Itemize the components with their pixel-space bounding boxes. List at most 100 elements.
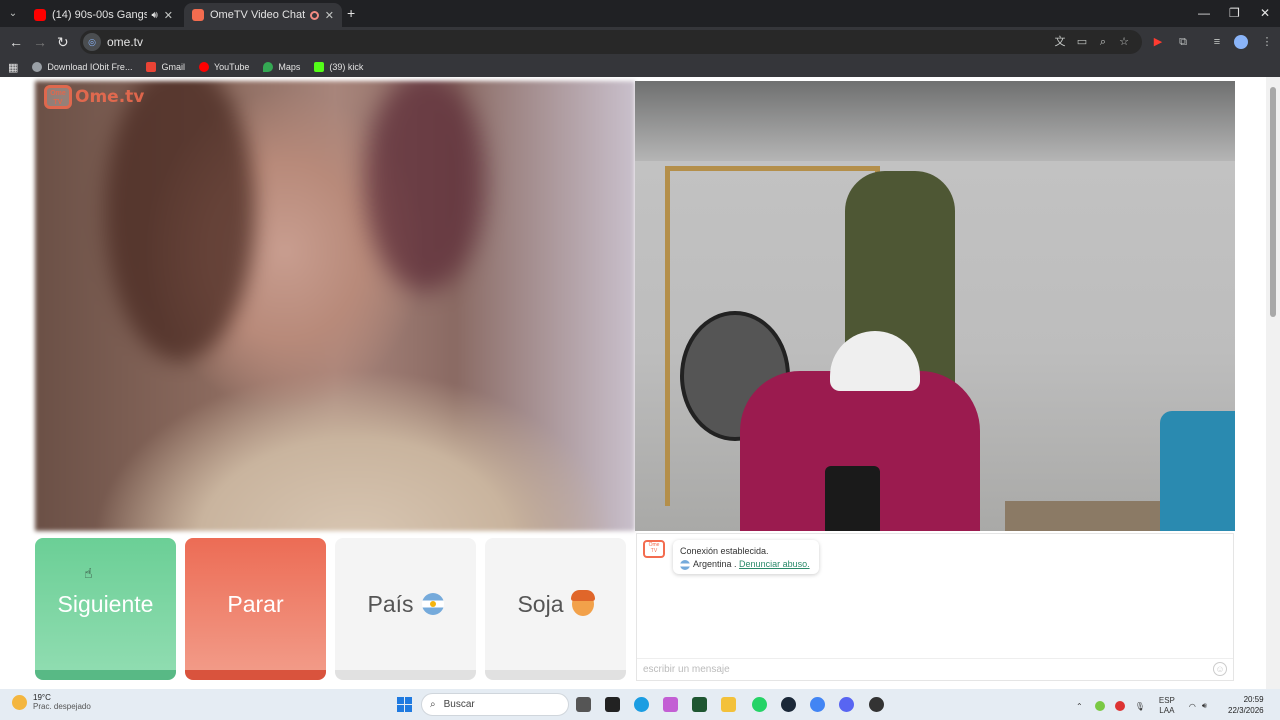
- self-video: [635, 81, 1235, 531]
- back-button[interactable]: ←: [9, 34, 23, 50]
- country-name: Argentina .: [693, 559, 737, 569]
- ometv-logo[interactable]: Ome TV Ome.tv: [44, 85, 144, 109]
- stop-button[interactable]: Parar: [185, 538, 326, 680]
- bookmark-label: Download IObit Fre...: [47, 62, 133, 72]
- kick-icon: [314, 62, 325, 72]
- restore-button[interactable]: ❐: [1229, 6, 1240, 20]
- clock[interactable]: 20:59 22/3/2026: [1228, 694, 1264, 716]
- emoji-icon[interactable]: ☺: [1213, 662, 1227, 676]
- microphone-icon[interactable]: 🎙︎: [1135, 702, 1145, 711]
- video-shape: [105, 81, 255, 361]
- taskbar-search[interactable]: ⌕ Buscar: [421, 693, 569, 716]
- site-info-icon[interactable]: ◎: [83, 33, 101, 51]
- discord-icon[interactable]: [839, 697, 854, 712]
- boy-icon: [570, 590, 595, 616]
- message-input[interactable]: escribir un mensaje: [637, 658, 1233, 680]
- lang-top: ESP: [1158, 696, 1175, 705]
- forward-button[interactable]: →: [33, 34, 47, 50]
- chat-panel: Ome TV Conexión establecida. Argentina .…: [636, 533, 1234, 681]
- logo-wordmark: Ome.tv: [75, 87, 145, 107]
- start-button[interactable]: [397, 697, 412, 712]
- file-explorer-icon[interactable]: [721, 697, 736, 712]
- toolbar: ← → ↻ ◎ ome.tv 文 ▭ ⌕ ☆ ▶ ⧉ ≡ ⋮: [0, 27, 1280, 57]
- avatar[interactable]: [1234, 35, 1248, 49]
- volume-icon[interactable]: 🔊︎: [1202, 701, 1207, 711]
- minimize-button[interactable]: —: [1198, 6, 1210, 20]
- tab-ometv[interactable]: OmeTV Video Chat — Altern ✕: [184, 3, 342, 27]
- argentina-flag-icon: [421, 593, 444, 615]
- tray-app-icon[interactable]: [1094, 701, 1105, 711]
- bookmark-label: Maps: [278, 62, 301, 72]
- tab-title: (14) 90s-00s Gangsta Rap |: [52, 9, 148, 21]
- bookmark-kick[interactable]: (39) kick: [314, 62, 363, 72]
- gender-button[interactable]: Soja: [485, 538, 626, 680]
- search-icon: ⌕: [430, 699, 436, 710]
- bookmark-gmail[interactable]: Gmail: [146, 62, 185, 72]
- ometv-icon: [192, 9, 204, 21]
- bookmark-youtube[interactable]: YouTube: [198, 62, 249, 72]
- task-view-icon[interactable]: [576, 697, 591, 712]
- youtube-icon: [34, 9, 46, 21]
- globe-icon: [32, 62, 43, 72]
- apps-grid-icon[interactable]: ▦: [8, 61, 18, 74]
- steam-icon[interactable]: [781, 697, 796, 712]
- country-line: Argentina . Denunciar abuso.: [680, 558, 812, 571]
- tab-youtube[interactable]: (14) 90s-00s Gangsta Rap | 🔊︎ ✕: [26, 3, 181, 27]
- maps-icon: [263, 62, 274, 72]
- edge-icon[interactable]: [634, 697, 649, 712]
- bookmark-label: Gmail: [161, 62, 185, 72]
- video-shape: [365, 81, 485, 291]
- gender-label: Soja: [517, 590, 564, 617]
- weather-widget[interactable]: 19°C Prac. despejado: [12, 693, 91, 711]
- media-controls-icon[interactable]: ≡: [1210, 35, 1224, 49]
- next-label: Siguiente: [57, 590, 154, 617]
- bookmark-maps[interactable]: Maps: [263, 62, 300, 72]
- clock-date: 22/3/2026: [1228, 706, 1264, 715]
- chrome-icon[interactable]: [810, 697, 825, 712]
- extension-video-icon[interactable]: ▶: [1151, 35, 1165, 49]
- app-icon[interactable]: [869, 697, 884, 712]
- language-indicator[interactable]: ESP LAA: [1159, 696, 1175, 716]
- weather-icon: [12, 694, 27, 710]
- tray-app-icon[interactable]: [1114, 701, 1125, 711]
- zoom-icon[interactable]: ⌕: [1096, 35, 1110, 49]
- tab-search-chevron-icon[interactable]: ⌄: [4, 5, 22, 23]
- weather-desc: Prac. despejado: [33, 702, 91, 711]
- wifi-icon[interactable]: ◠: [1189, 702, 1196, 711]
- address-bar[interactable]: ◎ ome.tv: [80, 30, 1142, 54]
- argentina-flag-icon: [680, 559, 690, 570]
- new-tab-button[interactable]: +: [347, 5, 355, 21]
- system-tray: ⌃ 🎙︎ ESP LAA ◠ 🔊︎: [1076, 696, 1207, 716]
- connection-status: Conexión establecida.: [680, 546, 769, 556]
- mouse-cursor-icon: ☝: [84, 565, 93, 581]
- report-abuse-link[interactable]: Denunciar abuso.: [739, 559, 810, 569]
- menu-icon[interactable]: ⋮: [1260, 35, 1274, 49]
- epic-games-icon[interactable]: [605, 697, 620, 712]
- ometv-chat-icon: Ome TV: [643, 540, 665, 558]
- bookmark-star-icon[interactable]: ☆: [1117, 35, 1131, 49]
- next-button[interactable]: Siguiente: [35, 538, 176, 680]
- scrollbar[interactable]: [1266, 77, 1280, 689]
- whatsapp-icon[interactable]: [752, 697, 767, 712]
- app-icon[interactable]: [692, 697, 707, 712]
- page-content: Ome TV Ome.tv Siguiente Parar País Soja …: [0, 77, 1280, 689]
- close-tab-icon[interactable]: ✕: [325, 9, 334, 22]
- cast-icon[interactable]: ▭: [1075, 35, 1089, 49]
- extensions-icon[interactable]: ⧉: [1176, 35, 1190, 49]
- bookmark-iobit[interactable]: Download IObit Fre...: [32, 62, 132, 72]
- search-placeholder: Buscar: [443, 699, 475, 710]
- lang-bottom: LAA: [1159, 706, 1175, 715]
- youtube-icon: [198, 62, 209, 72]
- copilot-icon[interactable]: [663, 697, 678, 712]
- country-button[interactable]: País: [335, 538, 476, 680]
- close-tab-icon[interactable]: ✕: [164, 9, 173, 22]
- chevron-up-icon[interactable]: ⌃: [1076, 702, 1083, 711]
- close-window-button[interactable]: ✕: [1260, 6, 1270, 20]
- translate-icon[interactable]: 文: [1053, 35, 1067, 49]
- reload-button[interactable]: ↻: [57, 34, 69, 51]
- scrollbar-thumb[interactable]: [1270, 87, 1276, 317]
- speaker-icon[interactable]: 🔊︎: [151, 10, 157, 21]
- tab-title: OmeTV Video Chat — Altern: [210, 9, 306, 21]
- tv-icon: Ome TV: [44, 85, 72, 109]
- video-shape: [635, 81, 1235, 161]
